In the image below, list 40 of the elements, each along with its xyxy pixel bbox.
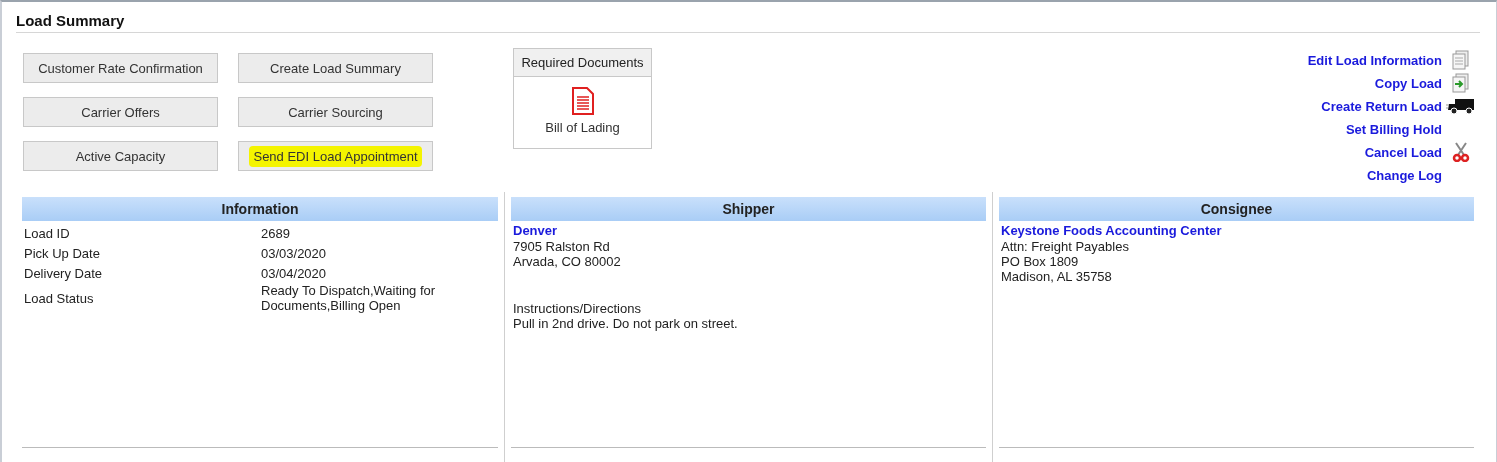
document-icon [1452, 50, 1470, 70]
action-button[interactable]: Create Load Summary [238, 53, 433, 83]
section-header: Consignee [999, 197, 1474, 221]
copy-icon [1452, 73, 1470, 93]
action-link[interactable]: Create Return Load [1321, 98, 1442, 114]
field-label: Pick Up Date [24, 245, 101, 261]
scissors-icon [1452, 142, 1470, 162]
truck-icon [1446, 97, 1476, 115]
address-line: Arvada, CO 80002 [513, 254, 622, 269]
document-link[interactable]: Bill of Lading [545, 120, 620, 135]
document-icon[interactable] [571, 87, 594, 115]
action-button[interactable]: Customer Rate Confirmation [23, 53, 218, 83]
action-link[interactable]: Set Billing Hold [1345, 121, 1442, 137]
location-name-link[interactable]: Denver [513, 223, 984, 239]
field-label: Load Status [24, 290, 95, 306]
field-value: 03/03/2020 [261, 245, 328, 261]
action-button[interactable]: Active Capacity [23, 141, 218, 171]
action-link[interactable]: Copy Load [1374, 75, 1442, 91]
address-line: Madison, AL 35758 [1001, 269, 1113, 284]
action-link[interactable]: Change Log [1366, 167, 1442, 183]
instructions-label: Instructions/Directions [513, 301, 642, 316]
address-line: 7905 Ralston Rd [513, 239, 611, 254]
action-link[interactable]: Cancel Load [1364, 144, 1442, 160]
field-value: Ready To Dispatch,Waiting for Documents,Billing Open [261, 283, 437, 313]
panel-heading: Required Documents [514, 49, 651, 77]
page-title: Load Summary [16, 12, 1480, 33]
field-value: 2689 [261, 225, 291, 241]
address-line: PO Box 1809 [1001, 254, 1080, 269]
location-name-link[interactable]: Keystone Foods Accounting Center [1001, 223, 1472, 239]
address-line: Attn: Freight Payables [1001, 239, 1130, 254]
field-value: 03/04/2020 [261, 265, 328, 281]
action-button[interactable]: Send EDI Load Appointment [238, 141, 433, 171]
field-label: Delivery Date [24, 265, 104, 281]
action-button[interactable]: Carrier Offers [23, 97, 218, 127]
section-header: Shipper [511, 197, 986, 221]
section-header: Information [22, 197, 498, 221]
instructions-text: Pull in 2nd drive. Do not park on street. [513, 316, 739, 331]
action-link[interactable]: Edit Load Information [1307, 52, 1442, 68]
field-label: Load ID [24, 225, 71, 241]
action-button[interactable]: Carrier Sourcing [238, 97, 433, 127]
